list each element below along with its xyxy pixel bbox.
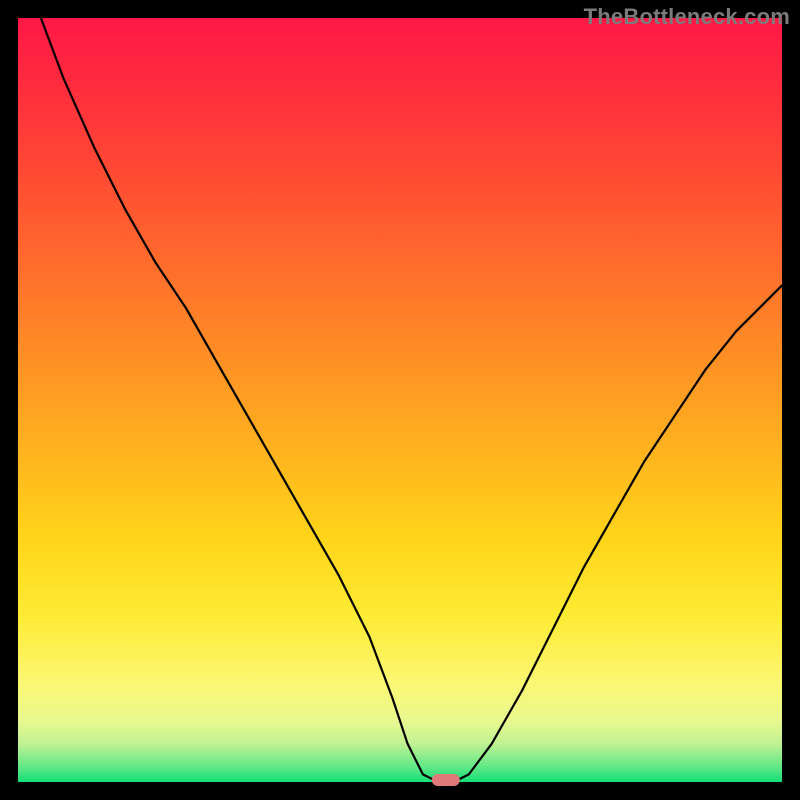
curve-svg [18,18,782,782]
watermark-text: TheBottleneck.com [584,4,790,30]
plot-area [18,18,782,782]
bottleneck-curve [41,18,782,782]
chart-frame: TheBottleneck.com [0,0,800,800]
optimal-marker [432,774,460,786]
